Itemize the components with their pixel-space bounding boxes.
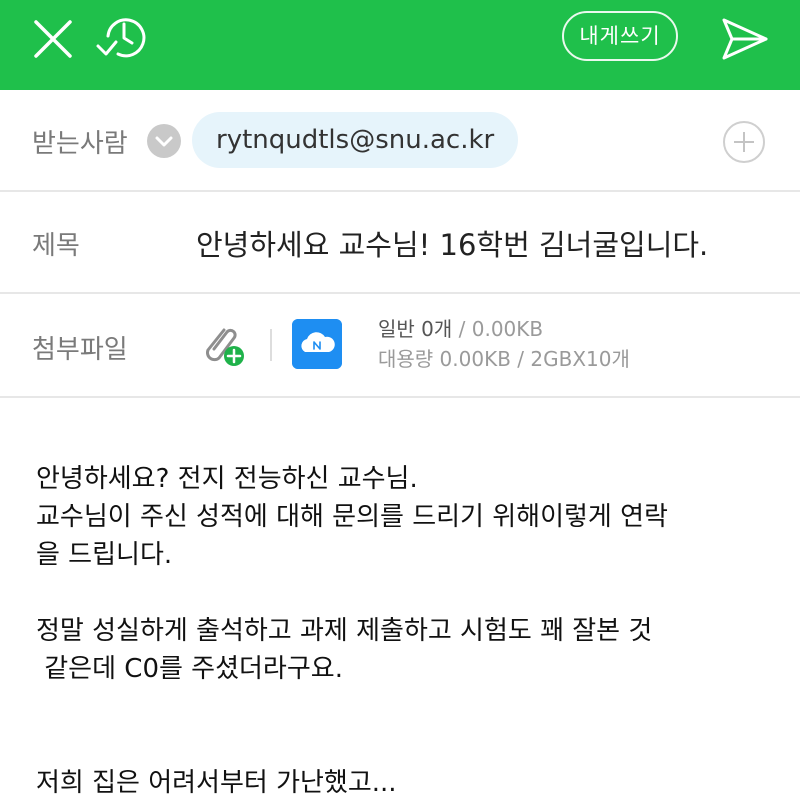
body-line: 교수님이 주신 성적에 대해 문의를 드리기 위해이렇게 연락: [36, 502, 668, 532]
large-attachment-info: 대용량 0.00KB / 2GBX10개: [378, 347, 630, 371]
body-line: [36, 574, 776, 612]
recipient-row: 받는사람 rytnqudtls@snu.ac.kr: [0, 90, 800, 192]
recipient-chip[interactable]: rytnqudtls@snu.ac.kr: [192, 112, 519, 168]
body-line: 을 드립니다.: [36, 540, 173, 570]
plus-icon[interactable]: [722, 120, 766, 164]
write-to-self-button[interactable]: 내게쓰기: [562, 11, 678, 61]
attachment-row: 첨부파일 일반 0개 / 0.00KB 대용량 0.00KB / 2GBX10개: [0, 294, 800, 398]
compose-toolbar: 내게쓰기: [0, 0, 800, 90]
subject-input[interactable]: 안녕하세요 교수님! 16학번 김너굴입니다.: [196, 222, 708, 264]
body-line: 같은데 C0를 주셨더라구요.: [36, 654, 343, 684]
attachment-divider: [270, 329, 272, 361]
send-icon[interactable]: [718, 12, 772, 66]
subject-row: 제목 안녕하세요 교수님! 16학번 김너굴입니다.: [0, 192, 800, 294]
subject-label: 제목: [32, 231, 80, 261]
general-attachment-size: / 0.00KB: [452, 317, 544, 341]
close-icon[interactable]: [28, 14, 78, 64]
body-line: [36, 726, 776, 764]
body-line: 안녕하세요? 전지 전능하신 교수님.: [36, 464, 418, 494]
attachment-label: 첨부파일: [32, 335, 128, 365]
naver-mybox-icon[interactable]: [292, 319, 342, 369]
scheduled-send-icon[interactable]: [94, 10, 150, 66]
chevron-down-icon[interactable]: [146, 123, 182, 159]
body-line: 정말 성실하게 출석하고 과제 제출하고 시험도 꽤 잘본 것: [36, 616, 653, 646]
paperclip-add-icon[interactable]: [194, 320, 250, 370]
body-line: [36, 688, 776, 726]
attachment-info: 일반 0개 / 0.00KB 대용량 0.00KB / 2GBX10개: [378, 314, 630, 374]
message-body[interactable]: 안녕하세요? 전지 전능하신 교수님. 교수님이 주신 성적에 대해 문의를 드…: [36, 460, 776, 802]
body-line: 저희 집은 어려서부터 가난했고...: [36, 768, 397, 798]
general-attachment-count: 일반 0개: [378, 317, 453, 341]
recipient-label: 받는사람: [32, 129, 128, 159]
